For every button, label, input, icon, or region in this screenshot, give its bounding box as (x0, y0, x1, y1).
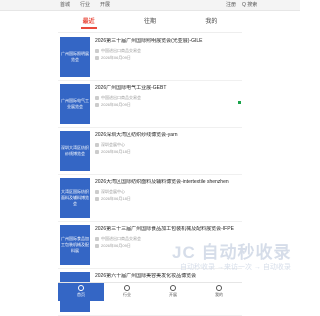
date-text: 2026年06月09日 (101, 243, 131, 248)
location-icon (95, 48, 99, 53)
watermark: JC 自动秒收录 自动秒收录 →来访一次 → 自动收录 (168, 238, 300, 276)
exhibition-thumbnail[interactable]: 广州国际照明展览会 (60, 37, 90, 77)
exhibition-location: 深圳会展中心 (95, 142, 235, 148)
exhibition-thumbnail[interactable]: 广州国际电气工业展览会 (60, 84, 90, 124)
top-links: 首城 行业 开展 (60, 0, 110, 10)
tab-mine[interactable]: 我的 (181, 12, 242, 32)
search-link[interactable]: Q 搜索 (242, 0, 257, 10)
exhibition-title[interactable]: 2026广州国际电气工业展-GEBT (95, 85, 235, 92)
user-icon (216, 285, 222, 291)
top-link-home[interactable]: 首城 (60, 0, 70, 10)
exhibition-date: 2026年06月18日 (95, 196, 235, 202)
exhibition-title[interactable]: 2026深圳大湾区纺织纱线博览会-yarn (95, 132, 235, 139)
date-text: 2026年06月18日 (101, 149, 131, 154)
exhibition-title[interactable]: 2026第三十届广州国际照明展览会(光亚展)-GILE (95, 38, 235, 45)
status-dot (238, 101, 241, 104)
nav-label: 我的 (215, 292, 223, 297)
list-item[interactable]: 广州国际电气工业展览会 2026广州国际电气工业展-GEBT 中国进出口商品交易… (58, 81, 242, 128)
exhibition-thumbnail[interactable]: 深圳大湾区纺织纱线博览会 (60, 131, 90, 171)
location-text: 中国进出口商品交易会 (101, 48, 141, 53)
exhibition-location: 深圳会展中心 (95, 189, 235, 195)
exhibition-title[interactable]: 2026第三十三届广州国际食品加工包装机械及配料展览会-IFPE (95, 226, 235, 233)
top-link-exhibit[interactable]: 开展 (100, 0, 110, 10)
exhibition-thumbnail[interactable]: 大湾区国际纺织面料及辅料博览会 (60, 178, 90, 218)
tab-label: 我的 (205, 19, 218, 25)
watermark-title: JC 自动秒收录 (172, 243, 292, 262)
nav-industry[interactable]: 行业 (104, 283, 150, 301)
exhibition-date: 2026年06月09日 (95, 55, 235, 61)
home-icon (78, 285, 84, 291)
nav-label: 首页 (77, 292, 85, 297)
date-text: 2026年06月18日 (101, 196, 131, 201)
exhibition-date: 2026年06月09日 (95, 102, 235, 108)
tab-label: 最近 (80, 19, 97, 29)
exhibition-date: 2026年06月18日 (95, 149, 235, 155)
grid-icon (124, 285, 130, 291)
top-link-industry[interactable]: 行业 (80, 0, 90, 10)
calendar-icon (95, 196, 99, 201)
tab-past[interactable]: 往期 (119, 12, 180, 32)
location-text: 深圳会展中心 (101, 142, 125, 147)
list-item[interactable]: 深圳大湾区纺织纱线博览会 2026深圳大湾区纺织纱线博览会-yarn 深圳会展中… (58, 128, 242, 175)
register-link[interactable]: 注册 (226, 0, 236, 10)
location-icon (95, 189, 99, 194)
date-text: 2026年06月09日 (101, 55, 131, 60)
calendar-icon (95, 149, 99, 154)
bottom-nav: 首页 行业 开展 我的 (58, 282, 242, 301)
location-text: 中国进出口商品交易会 (101, 95, 141, 100)
nav-label: 开展 (169, 292, 177, 297)
watermark-subtitle: 自动秒收录 →来访一次 → 自动收录 (180, 264, 291, 271)
exhibition-thumbnail[interactable]: 广州国际食品加工包装机械及配料展 (60, 225, 90, 265)
list-item[interactable]: 大湾区国际纺织面料及辅料博览会 2026大湾区国际纺织面料及辅料博览会-inte… (58, 175, 242, 222)
exhibition-title[interactable]: 2026大湾区国际纺织面料及辅料博览会-intertextile shenzhe… (95, 179, 235, 186)
tab-label: 往期 (143, 19, 156, 25)
location-icon (95, 236, 99, 241)
exhibition-location: 中国进出口商品交易会 (95, 95, 235, 101)
date-text: 2026年06月09日 (101, 102, 131, 107)
location-text: 深圳会展中心 (101, 189, 125, 194)
exhibition-location: 中国进出口商品交易会 (95, 48, 235, 54)
nav-exhibit[interactable]: 开展 (150, 283, 196, 301)
location-icon (95, 95, 99, 100)
nav-mine[interactable]: 我的 (196, 283, 242, 301)
top-actions: 注册 Q 搜索 (226, 0, 257, 10)
tab-bar: 最近 往期 我的 (58, 12, 242, 33)
list-item[interactable]: 广州国际照明展览会 2026第三十届广州国际照明展览会(光亚展)-GILE 中国… (58, 34, 242, 81)
calendar-icon (170, 285, 176, 291)
calendar-icon (95, 102, 99, 107)
nav-label: 行业 (123, 292, 131, 297)
top-bar: 首城 行业 开展 注册 Q 搜索 (0, 0, 300, 11)
location-text: 中国进出口商品交易会 (101, 236, 141, 241)
calendar-icon (95, 55, 99, 60)
location-icon (95, 142, 99, 147)
calendar-icon (95, 243, 99, 248)
tab-recent[interactable]: 最近 (58, 12, 119, 32)
nav-home[interactable]: 首页 (58, 283, 104, 301)
